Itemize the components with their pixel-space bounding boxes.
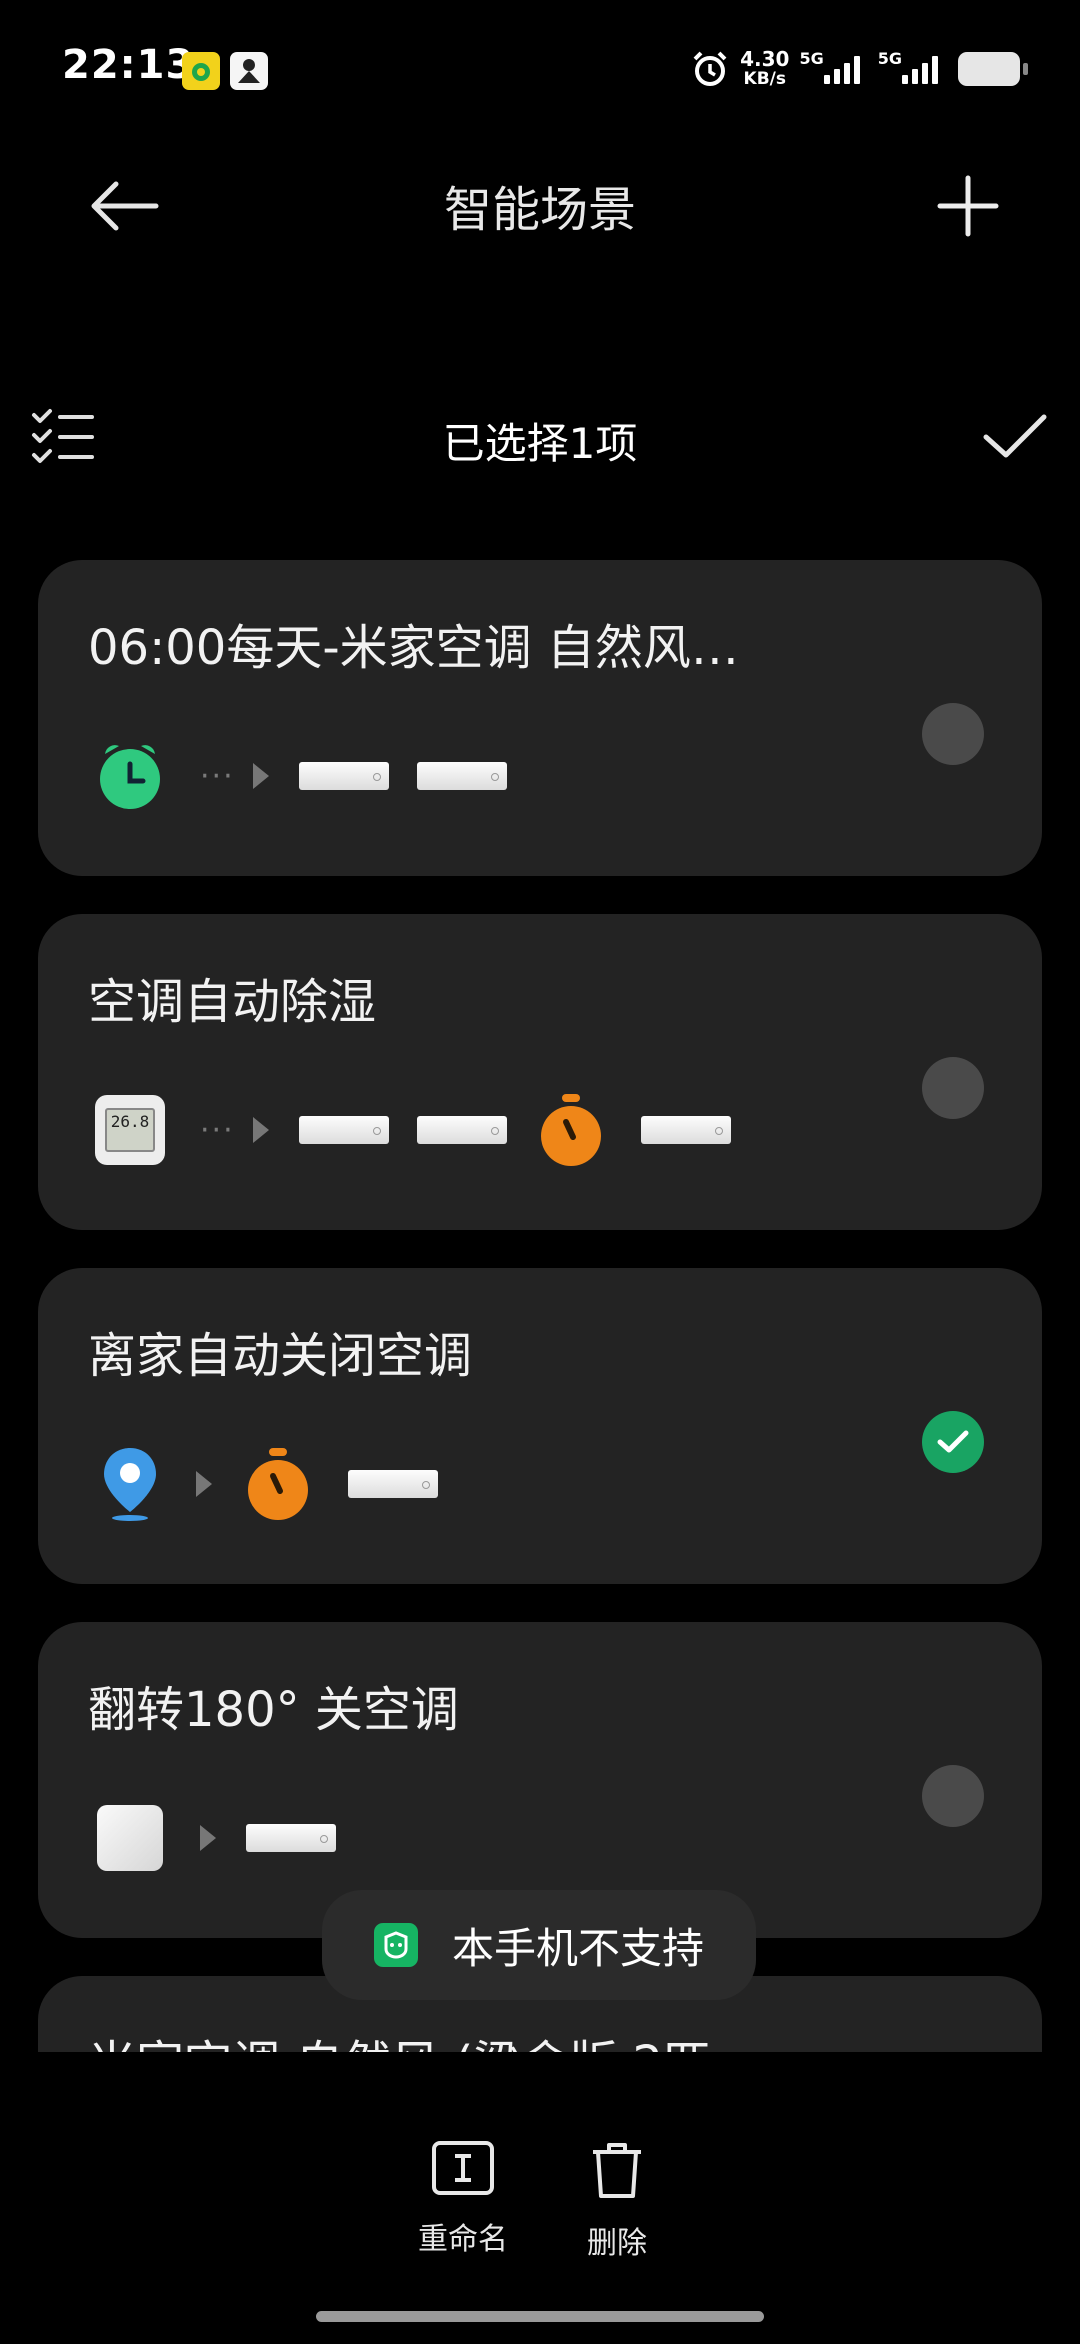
scene-flow [94,1800,364,1876]
air-conditioner-device-icon [246,1824,336,1852]
sensor-display: 26.8 [105,1108,155,1152]
air-conditioner-device-icon [298,762,389,790]
messaging-app-notification-icon [230,52,268,90]
scene-card[interactable]: 离家自动关闭空调 [38,1268,1042,1584]
scene-card[interactable]: 06:00每天-米家空调 自然风… ··· [38,560,1042,876]
scene-title: 离家自动关闭空调 [88,1328,473,1384]
plus-icon [937,175,999,237]
status-time: 22:13 [62,42,195,88]
delete-label: 删除 [587,2226,647,2261]
alarm-clock-icon [693,51,727,86]
selection-count: 已选择1项 [442,419,638,468]
signal-strength-1-icon [823,54,860,84]
bottom-action-bar [0,2052,1080,2344]
rename-button[interactable]: 重命名 [398,2140,528,2258]
air-conditioner-device-icon [416,762,507,790]
trash-icon [593,2143,641,2198]
timer-icon [535,1092,607,1168]
scene-title: 空调自动除湿 [88,974,377,1030]
status-indicators: 4.30 KB/s 5G 5G [690,44,1028,94]
checkmark-icon [983,414,1047,458]
mi-home-app-icon [374,1923,418,1967]
toast-text: 本手机不支持 [452,1923,705,1973]
signal-strength-2-icon [902,54,938,84]
then-arrow-icon [252,763,269,789]
select-radio[interactable] [922,1765,984,1827]
air-conditioner-device-icon [640,1116,731,1144]
battery-icon [958,52,1028,86]
scene-title: 米家空调 自然风 (梁舍版 2匹… [88,2024,759,2052]
alarm-clock-trigger-icon [94,738,166,814]
select-radio[interactable] [922,703,984,765]
cube-controller-icon [94,1800,166,1876]
signal-1-label: 5G [799,49,824,68]
signal-2-label: 5G [877,49,902,68]
air-conditioner-device-icon [348,1470,438,1498]
select-radio[interactable] [922,1057,984,1119]
air-conditioner-device-icon [298,1116,389,1144]
network-speed: 4.30 KB/s [740,47,790,89]
location-pin-icon [94,1446,166,1522]
scene-flow: ··· [94,738,535,814]
toast-message: 本手机不支持 [322,1890,756,2000]
then-arrow-icon [252,1117,269,1143]
more-conditions-icon: ··· [200,758,235,794]
select-radio-checked[interactable] [922,1411,984,1473]
air-conditioner-device-icon [416,1116,507,1144]
temperature-humidity-sensor-icon: 26.8 [94,1092,166,1168]
rename-label: 重命名 [418,2222,508,2257]
checkmark-icon [937,1430,969,1453]
delete-button[interactable]: 删除 [552,2140,682,2262]
more-conditions-icon: ··· [200,1112,235,1148]
add-scene-button[interactable] [928,166,1008,246]
home-indicator[interactable] [316,2311,764,2322]
scene-title: 翻转180° 关空调 [88,1682,459,1738]
music-app-notification-icon [182,52,220,90]
then-arrow-icon [200,1825,216,1851]
page-title: 智能场景 [443,182,636,238]
confirm-selection-button[interactable] [980,405,1050,469]
scene-card[interactable]: 空调自动除湿 26.8 ··· [38,914,1042,1230]
scene-flow [94,1446,466,1522]
scene-flow: 26.8 ··· [94,1092,759,1168]
then-arrow-icon [196,1471,212,1497]
timer-icon [242,1446,314,1522]
scene-title: 06:00每天-米家空调 自然风… [88,620,739,676]
rename-icon [432,2141,494,2195]
